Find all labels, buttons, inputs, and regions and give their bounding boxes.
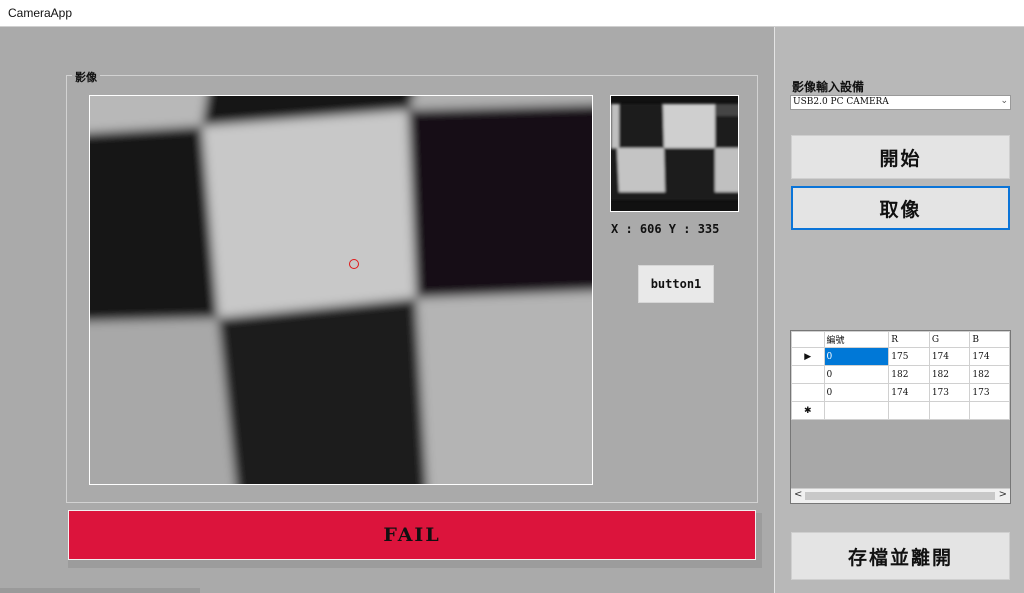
- column-header-b[interactable]: B: [969, 331, 1010, 348]
- table-row[interactable]: 0 174 173 173: [791, 383, 1010, 402]
- table-cell[interactable]: 173: [969, 383, 1010, 402]
- device-select-value: USB2.0 PC CAMERA: [793, 97, 889, 107]
- device-select[interactable]: USB2.0 PC CAMERA ⌄: [790, 95, 1011, 110]
- table-cell[interactable]: 182: [969, 365, 1010, 384]
- title-bar: CameraApp: [0, 0, 1024, 27]
- table-row[interactable]: ▶ 0 175 174 174: [791, 347, 1010, 366]
- new-row-icon: ✱: [791, 401, 825, 420]
- table-new-row[interactable]: ✱: [791, 401, 1010, 420]
- table-cell[interactable]: 175: [888, 347, 930, 366]
- rgb-data-grid[interactable]: 編號 R G B ▶ 0 175 174 174 0 182 182 182 0…: [790, 330, 1011, 504]
- capture-button[interactable]: 取像: [791, 186, 1010, 230]
- window-title: CameraApp: [8, 6, 73, 20]
- column-header-r[interactable]: R: [888, 331, 930, 348]
- camera-view[interactable]: [89, 95, 593, 485]
- table-cell[interactable]: [969, 401, 1010, 420]
- table-cell[interactable]: 0: [823, 347, 890, 366]
- row-header: [791, 383, 825, 402]
- thumbnail-view: [610, 95, 739, 212]
- table-cell[interactable]: [928, 401, 971, 420]
- coordinate-readout: X : 606 Y : 335: [611, 222, 720, 236]
- table-cell[interactable]: [823, 401, 890, 420]
- table-cell[interactable]: 174: [969, 347, 1010, 366]
- table-header-row: 編號 R G B: [791, 331, 1010, 348]
- table-cell[interactable]: 173: [928, 383, 971, 402]
- start-button[interactable]: 開始: [791, 135, 1010, 179]
- button1[interactable]: button1: [638, 265, 714, 303]
- chevron-down-icon: ⌄: [1000, 96, 1008, 106]
- column-header-id[interactable]: 編號: [823, 331, 890, 348]
- row-header: [791, 365, 825, 384]
- image-group-title: 影像: [72, 69, 100, 85]
- camera-frame-image: [90, 96, 592, 484]
- table-cell[interactable]: 182: [928, 365, 971, 384]
- save-and-exit-button[interactable]: 存檔並離開: [791, 532, 1010, 580]
- rgb-table: 編號 R G B ▶ 0 175 174 174 0 182 182 182 0…: [791, 331, 1010, 420]
- table-cell[interactable]: 174: [888, 383, 930, 402]
- result-banner: FAIL: [68, 510, 756, 560]
- horizontal-scrollbar[interactable]: < >: [791, 488, 1010, 503]
- table-cell[interactable]: 0: [823, 383, 890, 402]
- current-row-icon: ▶: [791, 347, 825, 366]
- table-cell[interactable]: 174: [928, 347, 971, 366]
- table-cell[interactable]: [888, 401, 930, 420]
- scroll-right-icon[interactable]: >: [999, 489, 1007, 500]
- row-header-corner: [791, 331, 825, 348]
- thumbnail-image: [611, 96, 738, 211]
- table-row[interactable]: 0 182 182 182: [791, 365, 1010, 384]
- scroll-left-icon[interactable]: <: [794, 489, 802, 500]
- bottom-edge: [0, 588, 200, 593]
- table-cell[interactable]: 0: [823, 365, 890, 384]
- scrollbar-thumb[interactable]: [805, 492, 995, 500]
- table-cell[interactable]: 182: [888, 365, 930, 384]
- column-header-g[interactable]: G: [928, 331, 971, 348]
- control-panel: [774, 27, 1024, 593]
- device-label: 影像輸入設備: [792, 80, 865, 94]
